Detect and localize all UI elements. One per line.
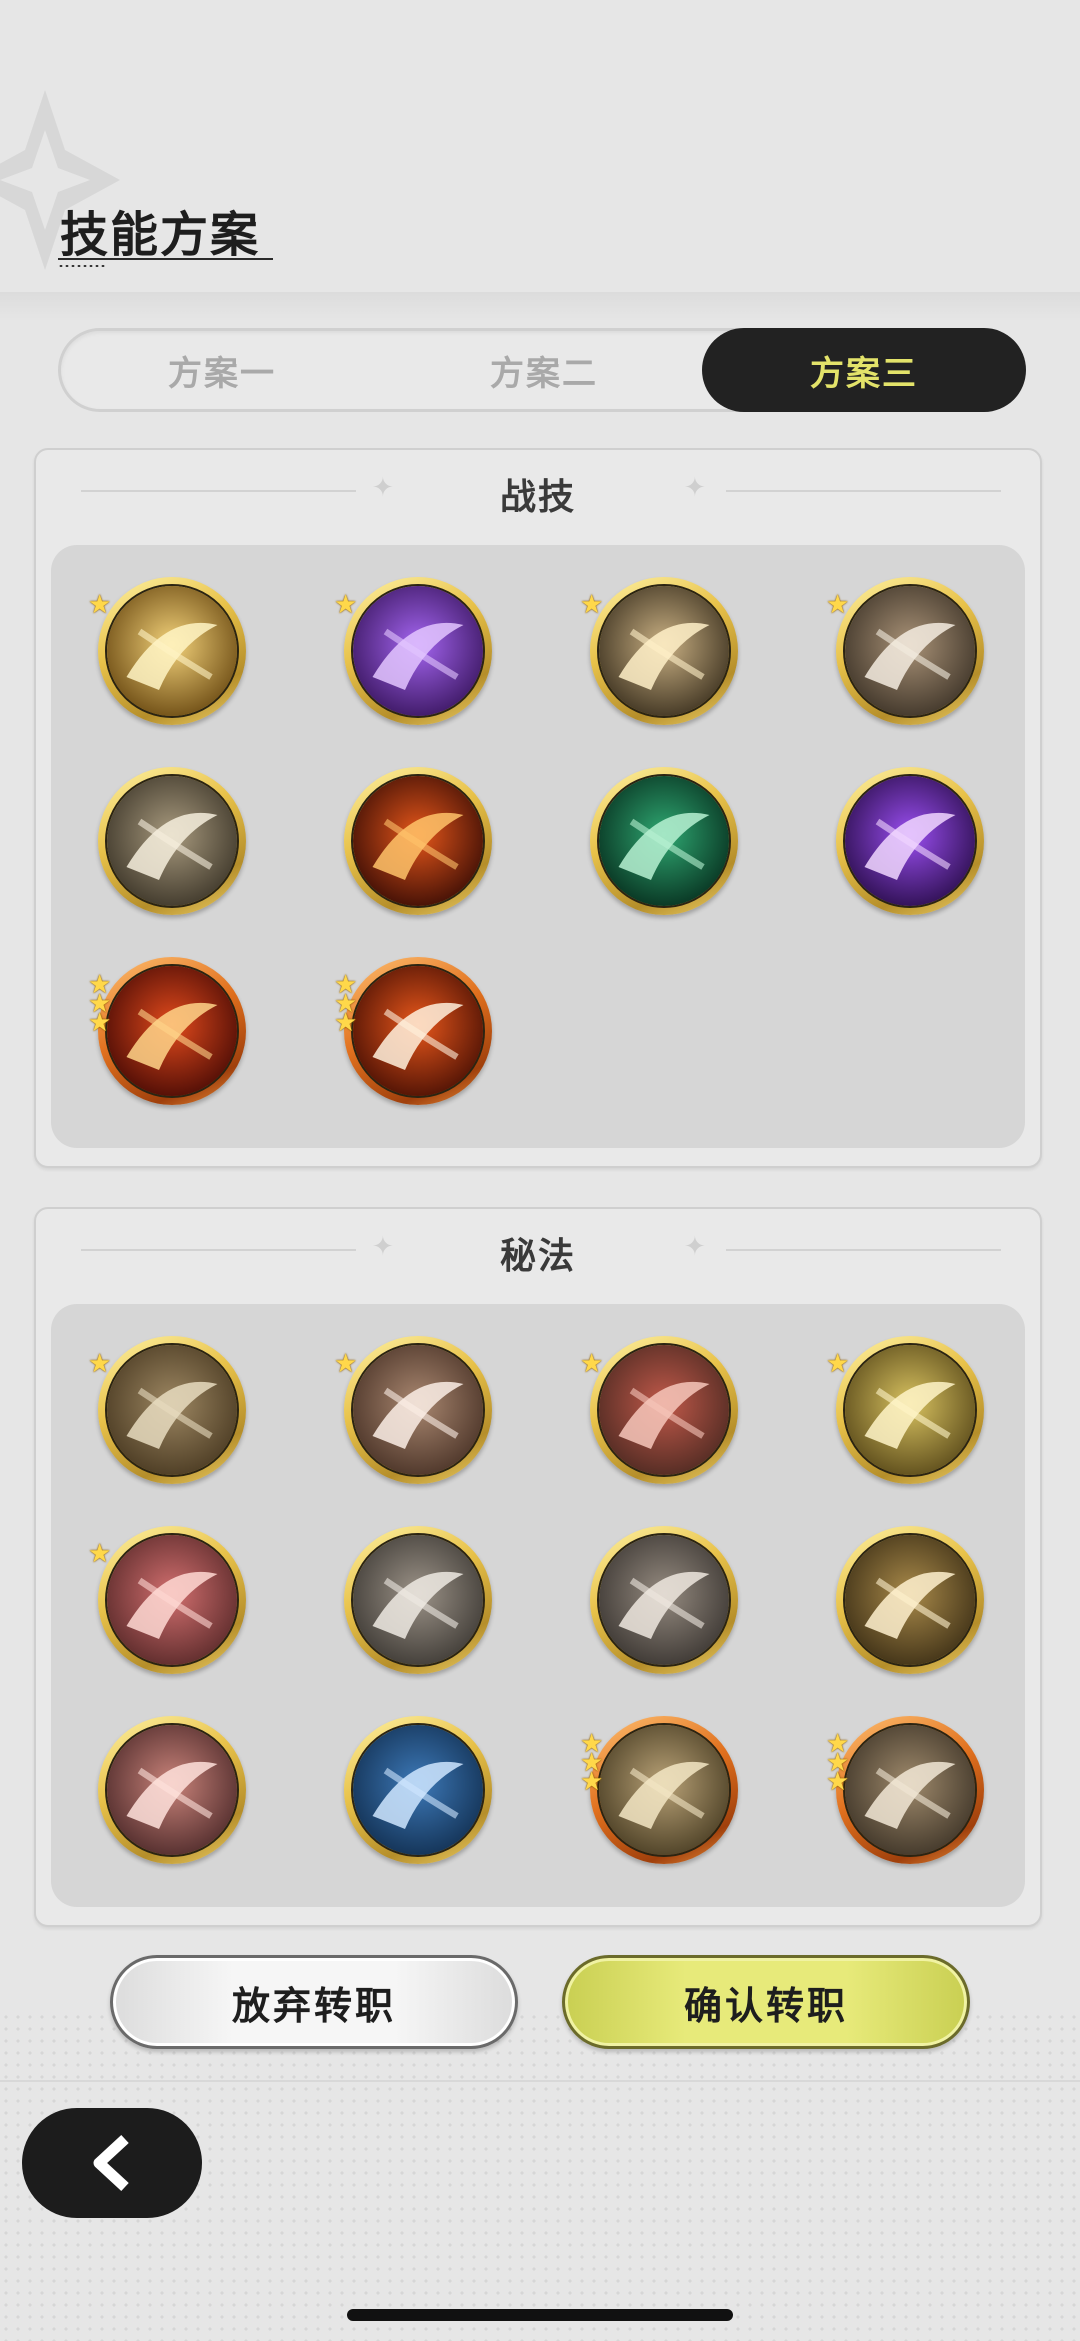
star-rating: ★	[580, 589, 604, 619]
star-icon: ★	[826, 1766, 850, 1796]
tab-plan-1[interactable]: 方案一	[61, 331, 383, 409]
star-rating: ★ ★ ★	[88, 971, 112, 1037]
star-icon: ★	[88, 1007, 112, 1037]
star-icon: ★	[88, 589, 112, 619]
star-icon: ★	[334, 1007, 358, 1037]
chevron-left-icon	[93, 2134, 129, 2192]
footer-divider	[0, 2080, 1080, 2082]
star-icon: ★	[88, 1538, 112, 1568]
fire-swirl-icon[interactable]	[344, 767, 492, 915]
pink-slash-icon[interactable]	[98, 1716, 246, 1864]
star-rating: ★	[334, 589, 358, 619]
star-rating: ★ ★ ★	[334, 971, 358, 1037]
back-button[interactable]	[22, 2108, 202, 2218]
star-icon: ★	[826, 589, 850, 619]
tab-plan-3[interactable]: 方案三	[702, 328, 1026, 412]
secret-arts-panel: ✦ 秘法 ✦ ★ ★ ★ ★ ★ ★ ★ ★ ★ ★ ★	[34, 1207, 1042, 1927]
star-icon: ★	[334, 589, 358, 619]
star-icon: ★	[826, 1348, 850, 1378]
sparkle-icon: ✦	[684, 472, 706, 502]
dragon-relief-icon[interactable]: ★	[88, 1336, 246, 1484]
star-rating: ★	[826, 1348, 850, 1378]
star-rating: ★	[88, 1538, 112, 1568]
star-rating: ★	[88, 589, 112, 619]
tab-plan-2[interactable]: 方案二	[383, 331, 705, 409]
secret-section-title: 秘法	[499, 1235, 576, 1276]
combat-skill-grid: ★ ★ ★ ★ ★ ★ ★ ★ ★ ★	[51, 545, 1025, 1148]
panel-header: ✦ 秘法 ✦	[36, 1209, 1040, 1293]
star-icon: ★	[580, 589, 604, 619]
give-up-job-change-button[interactable]: 放弃转职	[110, 1955, 518, 2049]
team-figures-icon[interactable]: ★ ★ ★	[580, 1716, 738, 1864]
green-vortex-icon[interactable]	[590, 767, 738, 915]
blue-crest-icon[interactable]	[344, 1716, 492, 1864]
swordsman-shield-icon[interactable]	[344, 1526, 492, 1674]
fire-slash-icon[interactable]: ★ ★ ★	[88, 957, 246, 1105]
purple-roses-icon[interactable]: ★	[334, 577, 492, 725]
title-underline	[58, 258, 273, 260]
star-icon: ★	[580, 1348, 604, 1378]
star-rating: ★	[88, 1348, 112, 1378]
golden-swirl-icon[interactable]: ★	[88, 577, 246, 725]
secret-skill-grid: ★ ★ ★ ★ ★ ★ ★ ★ ★ ★ ★	[51, 1304, 1025, 1907]
star-rating: ★	[334, 1348, 358, 1378]
lightning-slash-icon[interactable]: ★	[580, 577, 738, 725]
combat-skills-panel: ✦ 战技 ✦ ★ ★ ★ ★ ★ ★ ★ ★ ★ ★	[34, 448, 1042, 1168]
star-rating: ★ ★ ★	[826, 1730, 850, 1796]
star-icon: ★	[88, 1348, 112, 1378]
star-icon: ★	[580, 1766, 604, 1796]
header-divider	[0, 292, 1080, 322]
sun-burst-icon[interactable]	[836, 1526, 984, 1674]
wind-slash-icon[interactable]	[98, 767, 246, 915]
plan-tabs: 方案一 方案二 方案三	[58, 328, 1026, 412]
crystal-rock-icon[interactable]: ★	[580, 1336, 738, 1484]
sword-icon[interactable]	[590, 1526, 738, 1674]
star-rating: ★	[826, 589, 850, 619]
panel-header: ✦ 战技 ✦	[36, 450, 1040, 534]
guardian-figure-icon[interactable]: ★ ★ ★	[826, 1716, 984, 1864]
confirm-job-change-button[interactable]: 确认转职	[562, 1955, 970, 2049]
purple-ghost-icon[interactable]	[836, 767, 984, 915]
sparkle-icon: ✦	[684, 1231, 706, 1261]
flame-figure-icon[interactable]: ★ ★ ★	[334, 957, 492, 1105]
star-icon: ★	[334, 1348, 358, 1378]
page-title: 技能方案	[60, 209, 261, 262]
stampede-icon[interactable]: ★	[826, 577, 984, 725]
combat-section-title: 战技	[499, 476, 576, 517]
star-rating: ★	[580, 1348, 604, 1378]
heart-shield-icon[interactable]: ★	[334, 1336, 492, 1484]
power-up-figure-icon[interactable]: ★	[826, 1336, 984, 1484]
pink-flower-icon[interactable]: ★	[88, 1526, 246, 1674]
title-dots	[58, 264, 106, 268]
home-indicator	[347, 2309, 733, 2321]
star-rating: ★ ★ ★	[580, 1730, 604, 1796]
